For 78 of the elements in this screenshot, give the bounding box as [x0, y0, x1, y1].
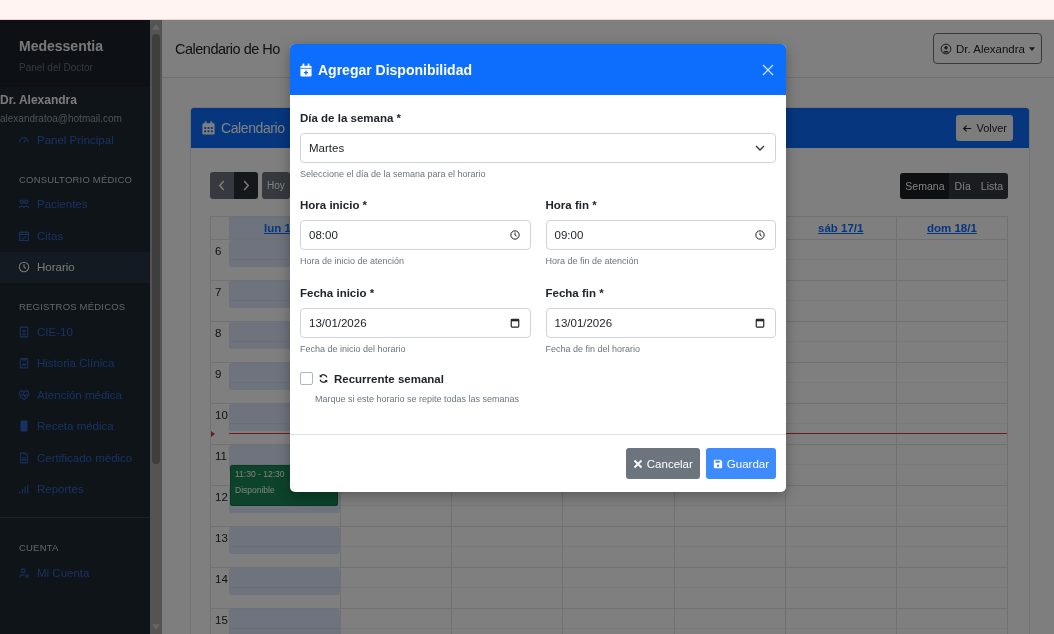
back-button[interactable]: Volver	[956, 115, 1013, 141]
today-button[interactable]: Hoy	[262, 172, 290, 199]
user-gear-icon	[18, 566, 30, 579]
section-heading: REGISTROS MÉDICOS	[18, 300, 127, 314]
hour-label: 6	[215, 245, 222, 257]
capsule-icon	[18, 420, 30, 433]
field-label: Fecha fin *	[545, 287, 605, 299]
day-header-link[interactable]: sáb 17/1	[818, 222, 864, 234]
calendar-plus-icon	[300, 62, 312, 77]
clock-icon	[755, 230, 765, 240]
day-header-link[interactable]: dom 18/1	[927, 222, 977, 234]
checkbox-label: Recurrente semanal	[334, 372, 444, 385]
hour-label: 9	[215, 368, 222, 380]
hour-label: 11	[215, 450, 227, 462]
previous-button[interactable]	[210, 172, 234, 199]
field-label: Hora inicio *	[300, 199, 369, 211]
view-tab[interactable]: Día	[949, 172, 976, 199]
field-label: Fecha inicio *	[300, 287, 376, 299]
chevron-down-icon	[755, 143, 765, 153]
refresh-icon	[318, 373, 329, 384]
time-field[interactable]: 08:00	[300, 220, 531, 250]
save-button[interactable]: Guardar	[705, 448, 776, 479]
page-title: Calendario de Ho	[175, 40, 280, 57]
clock-icon	[509, 230, 520, 240]
hour-label: 8	[215, 327, 222, 339]
heart-pulse-icon	[18, 388, 30, 401]
help-text: Seleccione el día de la semana para el horario	[300, 169, 487, 179]
event-time: 11:30 - 12:30	[235, 468, 286, 479]
card-title: Calendario	[221, 120, 285, 136]
close-icon	[632, 458, 643, 469]
hour-label: 10	[215, 409, 228, 421]
help-text: Hora de fin de atención	[545, 256, 640, 266]
view-tab[interactable]: Lista	[975, 172, 1008, 199]
hour-label: 14	[215, 573, 228, 585]
hour-label: 12	[215, 491, 228, 503]
date-field[interactable]: 13/01/2026	[300, 308, 531, 338]
field-label: Hora fin *	[545, 199, 598, 211]
time-field[interactable]: 09:00	[545, 220, 776, 250]
date-field[interactable]: 13/01/2026	[545, 308, 776, 338]
id-card-icon	[18, 325, 30, 338]
clipboard-icon	[18, 357, 30, 370]
hour-label: 13	[215, 532, 228, 544]
nav-item[interactable]: Horario	[0, 251, 150, 283]
modal-title: Agregar Disponibilidad	[318, 61, 472, 78]
arrow-left-icon	[962, 123, 973, 133]
brand-name: Medessentia	[19, 38, 105, 54]
section-heading: CONSULTORIO MÉDICO	[18, 172, 134, 187]
event-title: Disponible	[235, 484, 276, 495]
clock-icon	[18, 261, 30, 274]
checkbox[interactable]	[300, 372, 313, 385]
cancel-button[interactable]: Cancelar	[625, 448, 700, 479]
caret-icon	[1029, 46, 1035, 51]
field-label: Día de la semana *	[300, 112, 402, 124]
people-icon	[18, 198, 30, 211]
chevron-left-icon	[218, 180, 226, 191]
help-text: Hora de inicio de atención	[300, 256, 406, 266]
doctor-name: Dr. Alexandra	[0, 93, 78, 107]
user-menu-button[interactable]: Dr. Alexandra	[932, 33, 1042, 64]
section-heading: CUENTA	[18, 541, 60, 555]
view-tab[interactable]: Semana	[900, 172, 950, 199]
help-text: Fecha de inicio del horario	[300, 344, 407, 354]
scrollbar[interactable]	[150, 20, 162, 634]
next-button[interactable]	[234, 172, 258, 199]
chevron-right-icon	[242, 180, 250, 191]
bar-chart-icon	[18, 483, 30, 496]
document-icon	[18, 451, 30, 464]
user-icon	[939, 42, 952, 55]
day-select[interactable]: Martes	[300, 133, 776, 163]
doctor-email: alexandratoa@hotmail.com	[0, 113, 123, 124]
hour-label: 7	[215, 286, 222, 298]
help-text: Marque si este horario se repite todas las semanas	[315, 394, 521, 404]
day-header-link[interactable]: lun 1	[264, 222, 291, 234]
calendar-icon	[18, 229, 30, 242]
hour-label: 15	[215, 614, 228, 626]
calendar-icon	[201, 120, 216, 136]
calendar-icon	[755, 318, 765, 328]
calendar-icon	[509, 318, 520, 328]
help-text: Fecha de fin del horario	[545, 344, 642, 354]
